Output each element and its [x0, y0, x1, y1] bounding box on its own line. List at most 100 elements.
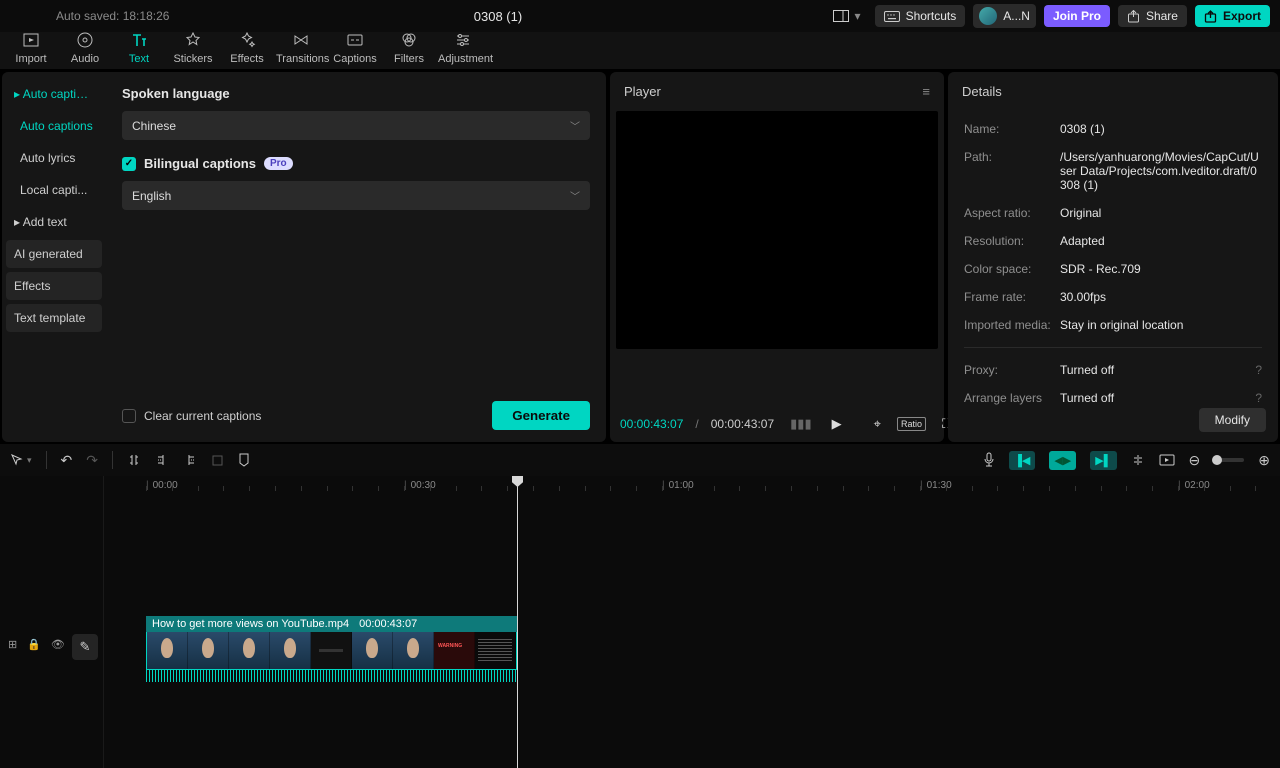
player-preview[interactable] [616, 111, 938, 349]
proxy-help-icon[interactable]: ? [1255, 363, 1262, 377]
tab-transitions[interactable]: Transitions [276, 31, 326, 69]
magnet-right-button[interactable]: ▶▌ [1090, 451, 1116, 470]
bilingual-language-value: English [132, 189, 171, 203]
sidenav-auto-captions-group[interactable]: ▸ Auto captions [6, 80, 102, 108]
autosave-status: Auto saved: 18:18:26 [10, 9, 169, 23]
zoom-slider[interactable] [1214, 458, 1244, 462]
layout-button[interactable]: ▾ [827, 5, 867, 27]
account-button[interactable]: A...N [973, 4, 1036, 28]
details-title: Details [962, 84, 1002, 99]
detail-aspect-label: Aspect ratio: [964, 206, 1060, 220]
sidenav-effects[interactable]: Effects [6, 272, 102, 300]
adjustment-icon [454, 31, 472, 49]
ruler-mark: 00:30 [404, 480, 436, 491]
tab-audio[interactable]: Audio [60, 31, 110, 69]
share-icon [1127, 10, 1140, 23]
detail-colorspace-label: Color space: [964, 262, 1060, 276]
tab-effects[interactable]: Effects [222, 31, 272, 69]
export-label: Export [1223, 9, 1261, 23]
detail-name-label: Name: [964, 122, 1060, 136]
magnet-center-button[interactable]: ◀▶ [1049, 451, 1076, 470]
bilingual-language-select[interactable]: English ﹀ [122, 181, 590, 210]
text-icon [130, 31, 148, 49]
clip-thumb [270, 632, 311, 669]
sidenav-auto-captions[interactable]: Auto captions [6, 112, 102, 140]
undo-button[interactable]: ↶ [61, 452, 73, 469]
ratio-button[interactable]: Ratio [897, 417, 926, 431]
import-icon [22, 31, 40, 49]
chevron-down-icon: ﹀ [570, 118, 580, 133]
clip-filename: How to get more views on YouTube.mp4 [152, 618, 349, 630]
playhead[interactable] [517, 476, 518, 768]
modify-button[interactable]: Modify [1199, 408, 1266, 432]
clip-thumb [393, 632, 434, 669]
layout-icon [833, 10, 849, 22]
split-button[interactable] [127, 453, 141, 467]
add-track-icon[interactable]: ⊞ [8, 638, 17, 651]
cursor-tool[interactable]: ▾ [10, 453, 32, 467]
split-left-button[interactable] [155, 453, 169, 467]
thumbnail-list-icon[interactable]: ▮▮▮ [786, 414, 815, 434]
share-button[interactable]: Share [1118, 5, 1187, 27]
player-menu-icon[interactable]: ≡ [922, 84, 930, 99]
sidenav-auto-lyrics[interactable]: Auto lyrics [6, 144, 102, 172]
preview-toggle-button[interactable] [1159, 454, 1175, 466]
clear-captions-checkbox[interactable]: Clear current captions [122, 409, 261, 423]
detail-imported-label: Imported media: [964, 318, 1060, 332]
detail-resolution-label: Resolution: [964, 234, 1060, 248]
detail-resolution-value: Adapted [1060, 234, 1262, 248]
split-right-button[interactable] [183, 453, 197, 467]
magnet-left-button[interactable]: ▐◀ [1009, 451, 1035, 470]
tab-text[interactable]: Text [114, 31, 164, 69]
zoom-out-button[interactable]: ⊖ [1189, 452, 1201, 469]
detail-framerate-value: 30.00fps [1060, 290, 1262, 304]
record-audio-button[interactable] [983, 452, 995, 468]
zoom-in-button[interactable]: ⊕ [1258, 452, 1270, 469]
spoken-language-label: Spoken language [122, 86, 590, 101]
stickers-icon [184, 31, 202, 49]
sidenav-ai-generated[interactable]: AI generated [6, 240, 102, 268]
clip-duration: 00:00:43:07 [359, 618, 417, 630]
track-edit-button[interactable]: ✎ [72, 634, 98, 660]
sidenav-add-text-group[interactable]: ▸ Add text [6, 208, 102, 236]
play-button[interactable]: ▶ [828, 414, 846, 434]
detail-colorspace-value: SDR - Rec.709 [1060, 262, 1262, 276]
shortcuts-label: Shortcuts [906, 9, 957, 23]
detail-arrange-value: Turned off [1060, 391, 1114, 405]
clip-thumb [352, 632, 393, 669]
pro-badge: Pro [264, 157, 293, 170]
clip-thumb [434, 632, 475, 669]
align-button[interactable] [1131, 453, 1145, 467]
detail-name-value: 0308 (1) [1060, 122, 1262, 136]
tab-adjustment[interactable]: Adjustment [438, 31, 488, 69]
visibility-icon[interactable]: 👁 [51, 638, 65, 651]
detail-path-value: /Users/yanhuarong/Movies/CapCut/User Dat… [1060, 150, 1262, 192]
detail-imported-value: Stay in original location [1060, 318, 1262, 332]
shortcuts-button[interactable]: Shortcuts [875, 5, 966, 27]
tab-captions[interactable]: Captions [330, 31, 380, 69]
join-pro-button[interactable]: Join Pro [1044, 5, 1110, 27]
export-button[interactable]: Export [1195, 5, 1270, 27]
detail-framerate-label: Frame rate: [964, 290, 1060, 304]
lock-track-icon[interactable]: 🔒 [27, 638, 41, 651]
sidenav-local-captions[interactable]: Local capti... [6, 176, 102, 204]
tab-stickers[interactable]: Stickers [168, 31, 218, 69]
delete-button[interactable] [211, 454, 224, 467]
bilingual-checkbox[interactable]: ✓ [122, 157, 136, 171]
avatar-icon [979, 7, 997, 25]
ruler-mark: 01:30 [920, 480, 952, 491]
redo-button[interactable]: ↷ [86, 452, 98, 469]
account-label: A...N [1003, 9, 1030, 23]
generate-button[interactable]: Generate [492, 401, 590, 430]
timeline-ruler[interactable]: 00:00 00:30 01:00 01:30 02:00 [104, 476, 1280, 498]
safe-zone-icon[interactable]: ⌖ [870, 414, 885, 434]
tab-filters[interactable]: Filters [384, 31, 434, 69]
marker-button[interactable] [238, 453, 250, 467]
arrange-help-icon[interactable]: ? [1255, 391, 1262, 405]
bilingual-label: Bilingual captions [144, 156, 256, 171]
sidenav-text-template[interactable]: Text template [6, 304, 102, 332]
spoken-language-select[interactable]: Chinese ﹀ [122, 111, 590, 140]
tab-import[interactable]: Import [6, 31, 56, 69]
timeline-clip[interactable]: How to get more views on YouTube.mp4 00:… [146, 616, 517, 682]
transitions-icon [292, 31, 310, 49]
